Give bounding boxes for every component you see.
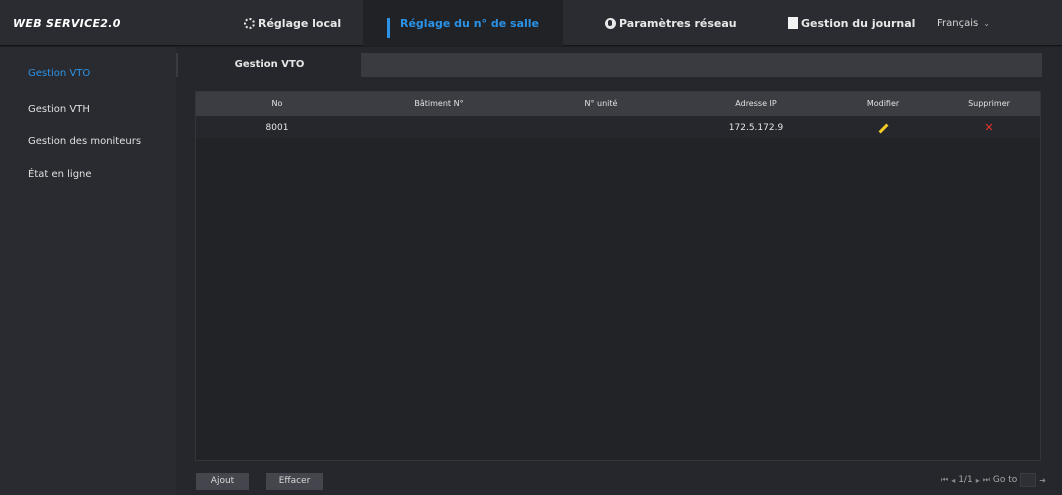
column-header-building: Bâtiment N°: [414, 99, 464, 108]
sidebar-item-online-status[interactable]: État en ligne: [28, 169, 92, 180]
table-row[interactable]: 8001 172.5.172.9 ✕: [196, 116, 1040, 138]
gear-icon: [244, 17, 255, 29]
sidebar-item-vto[interactable]: Gestion VTO: [28, 68, 90, 79]
nav-log-label: Gestion du journal: [801, 16, 916, 30]
column-header-delete: Supprimer: [968, 99, 1010, 108]
nav-room-settings[interactable]: Réglage du n° de salle: [363, 0, 563, 46]
cell-ip: 172.5.172.9: [728, 123, 784, 133]
globe-icon: [605, 17, 616, 29]
nav-room-label: Réglage du n° de salle: [400, 16, 539, 30]
go-arrow-icon[interactable]: ➜: [1039, 476, 1046, 485]
next-page-icon[interactable]: ▸: [976, 476, 980, 485]
chevron-down-icon: ⌄: [983, 18, 990, 28]
table-header: No Bâtiment N° N° unité Adresse IP Modif…: [196, 92, 1040, 116]
page-indicator: 1/1: [958, 475, 973, 485]
edit-button[interactable]: [830, 123, 936, 136]
tab-vto-management[interactable]: Gestion VTO: [178, 53, 361, 77]
main-panel: Gestion VTO No Bâtiment N° N° unité Adre…: [176, 47, 1062, 495]
language-label: Français: [937, 17, 979, 29]
column-header-ip: Adresse IP: [735, 99, 777, 108]
app-logo: WEB SERVICE2.0: [13, 17, 121, 30]
building-icon: [387, 17, 397, 38]
column-header-no: No: [271, 99, 283, 108]
nav-network-label: Paramètres réseau: [619, 16, 737, 30]
top-navigation-bar: WEB SERVICE2.0 Réglage local Réglage du …: [0, 0, 1062, 46]
pencil-icon: [878, 123, 888, 133]
first-page-icon[interactable]: ⏮: [941, 475, 948, 485]
clear-button[interactable]: Effacer: [266, 473, 323, 490]
last-page-icon[interactable]: ⏭: [983, 475, 990, 485]
column-header-unit: N° unité: [584, 99, 618, 108]
log-book-icon: [788, 17, 798, 29]
language-selector[interactable]: Français ⌄: [937, 0, 990, 46]
delete-button[interactable]: ✕: [936, 121, 1042, 134]
nav-network-settings[interactable]: Paramètres réseau: [605, 0, 737, 46]
pagination: ⏮ ◂ 1/1 ▸ ⏭ Go to ➜: [941, 473, 1046, 487]
column-header-modify: Modifier: [866, 99, 900, 108]
goto-label: Go to: [992, 475, 1018, 485]
sidebar: Gestion VTO Gestion VTH Gestion des moni…: [0, 47, 176, 495]
prev-page-icon[interactable]: ◂: [951, 476, 955, 485]
tab-strip: Gestion VTO: [176, 53, 1042, 77]
add-button[interactable]: Ajout: [196, 473, 249, 490]
nav-log-management[interactable]: Gestion du journal: [788, 0, 915, 46]
vto-table: No Bâtiment N° N° unité Adresse IP Modif…: [195, 91, 1041, 461]
sidebar-item-vth[interactable]: Gestion VTH: [28, 104, 90, 115]
cell-no: 8001: [265, 123, 289, 133]
nav-local-label: Réglage local: [258, 16, 342, 30]
goto-page-input[interactable]: [1020, 473, 1037, 487]
sidebar-item-monitors[interactable]: Gestion des moniteurs: [28, 136, 141, 147]
nav-local-settings[interactable]: Réglage local: [244, 0, 341, 46]
delete-x-icon: ✕: [984, 121, 994, 134]
